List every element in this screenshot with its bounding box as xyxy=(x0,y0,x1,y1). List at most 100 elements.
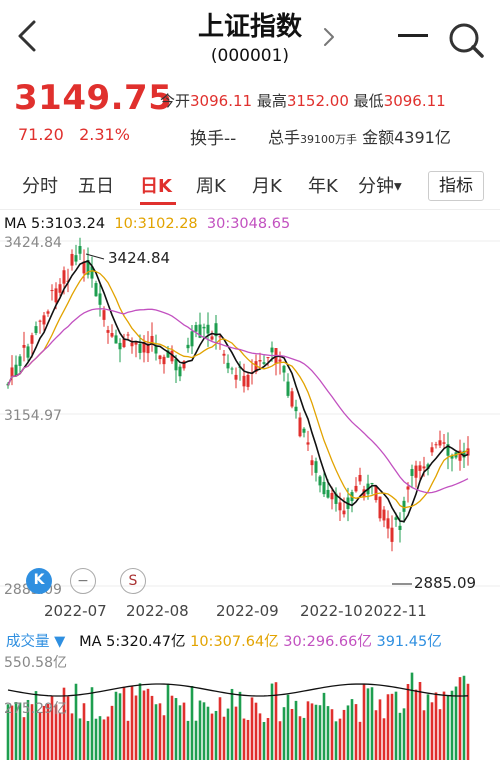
volume-bar xyxy=(346,705,350,760)
volume-bar xyxy=(142,690,146,760)
ma10-line xyxy=(7,270,469,509)
volume-bar xyxy=(146,688,150,760)
volume-bar xyxy=(166,683,170,760)
k-mode-button[interactable]: K xyxy=(26,568,52,594)
candle xyxy=(22,345,26,348)
volume-bar xyxy=(82,703,86,760)
minimize-icon[interactable] xyxy=(398,34,428,37)
volume-bar xyxy=(158,703,162,760)
volume-bar xyxy=(214,710,218,760)
candle xyxy=(438,440,442,446)
change-value: 71.20 xyxy=(18,125,64,144)
volume-bar xyxy=(186,720,190,760)
candle xyxy=(102,310,106,320)
candle xyxy=(358,474,362,482)
volume-bar xyxy=(178,705,182,760)
candle xyxy=(278,359,282,362)
volume-bar xyxy=(402,708,406,760)
volume-label[interactable]: 成交量 xyxy=(6,634,50,650)
volume-bar xyxy=(258,713,262,760)
volume-bar xyxy=(334,721,338,760)
volume-ma-label: MA xyxy=(79,634,102,650)
candle xyxy=(342,510,346,515)
search-icon[interactable] xyxy=(446,20,486,60)
candle xyxy=(266,357,270,359)
volume-bar xyxy=(114,691,118,760)
dropdown-triangle-icon: ▼ xyxy=(394,181,402,193)
volume-bar xyxy=(286,694,290,760)
candle xyxy=(110,333,114,337)
candlestick-chart[interactable] xyxy=(0,234,500,604)
header: 上证指数 (000001) xyxy=(0,0,500,78)
volume-bar xyxy=(362,684,366,760)
tab-intraday[interactable]: 分时 xyxy=(22,172,58,198)
open-high-low: 今开3096.11 最高3152.00 最低3096.11 xyxy=(160,90,446,111)
volume-bar xyxy=(446,695,450,760)
volume-extra: 391.45亿 xyxy=(376,634,442,650)
volume-chart[interactable] xyxy=(0,650,500,760)
date-label-oct: 2022-10 xyxy=(300,602,363,620)
candle xyxy=(98,293,102,305)
volume-bar xyxy=(254,702,258,760)
volume-dropdown-icon[interactable]: ▼ xyxy=(50,634,65,650)
volume-bar xyxy=(318,705,322,760)
low-label: 最低 xyxy=(353,92,384,110)
total-hands-value: 39100万手 xyxy=(300,133,358,146)
zoom-out-button[interactable]: − xyxy=(70,568,96,594)
candle xyxy=(410,469,414,476)
candle xyxy=(26,346,30,358)
candle xyxy=(298,417,302,437)
tab-weekly-k[interactable]: 周K xyxy=(196,172,226,198)
volume-bar xyxy=(66,696,70,760)
candle xyxy=(194,325,198,332)
candle xyxy=(330,493,334,500)
volume-bar xyxy=(162,715,166,760)
amount-label: 金额 xyxy=(362,128,395,147)
ma5-line xyxy=(7,260,469,523)
volume-bar xyxy=(298,716,302,760)
volume-bar xyxy=(246,719,250,760)
candle xyxy=(402,500,406,512)
candle xyxy=(262,362,266,364)
volume-bar xyxy=(206,706,210,760)
volume-bar xyxy=(370,687,374,760)
volume-bar xyxy=(394,691,398,760)
ma-label: MA xyxy=(4,216,27,232)
volume-bar xyxy=(274,682,278,760)
candle xyxy=(378,496,382,519)
change-percent: 2.31% xyxy=(79,125,130,144)
indicator-button[interactable]: 指标 xyxy=(428,171,484,201)
candle xyxy=(106,330,110,333)
volume-bar xyxy=(426,694,430,760)
volume-bar xyxy=(290,708,294,760)
tab-daily-k[interactable]: 日K xyxy=(140,172,172,198)
candle xyxy=(162,356,166,365)
volume-bar xyxy=(90,687,94,760)
candle xyxy=(398,525,402,530)
volume-bar xyxy=(250,697,254,760)
candle xyxy=(246,374,250,387)
candle xyxy=(122,338,126,348)
candle xyxy=(178,366,182,377)
s-button[interactable]: S xyxy=(120,568,146,594)
candle xyxy=(354,485,358,492)
volume-bar xyxy=(234,706,238,760)
date-label-jul: 2022-07 xyxy=(44,602,107,620)
tab-five-day[interactable]: 五日 xyxy=(78,172,114,198)
volume-bar xyxy=(174,698,178,760)
volume-bar xyxy=(338,718,342,760)
candle xyxy=(414,465,418,478)
candle xyxy=(50,290,54,292)
ma-legend: MA 5:3103.24 10:3102.28 30:3048.65 xyxy=(4,216,290,232)
candle xyxy=(302,428,306,433)
tab-monthly-k[interactable]: 月K xyxy=(252,172,282,198)
date-label-nov: 2022-11 xyxy=(364,602,427,620)
candle xyxy=(10,367,14,377)
chevron-right-icon[interactable] xyxy=(322,26,336,48)
tab-yearly-k[interactable]: 年K xyxy=(308,172,338,198)
volume-bar xyxy=(242,718,246,760)
volume-bar xyxy=(282,707,286,760)
tab-minute[interactable]: 分钟▼ xyxy=(358,172,402,198)
volume-bar xyxy=(222,716,226,760)
volume-bar xyxy=(378,699,382,760)
